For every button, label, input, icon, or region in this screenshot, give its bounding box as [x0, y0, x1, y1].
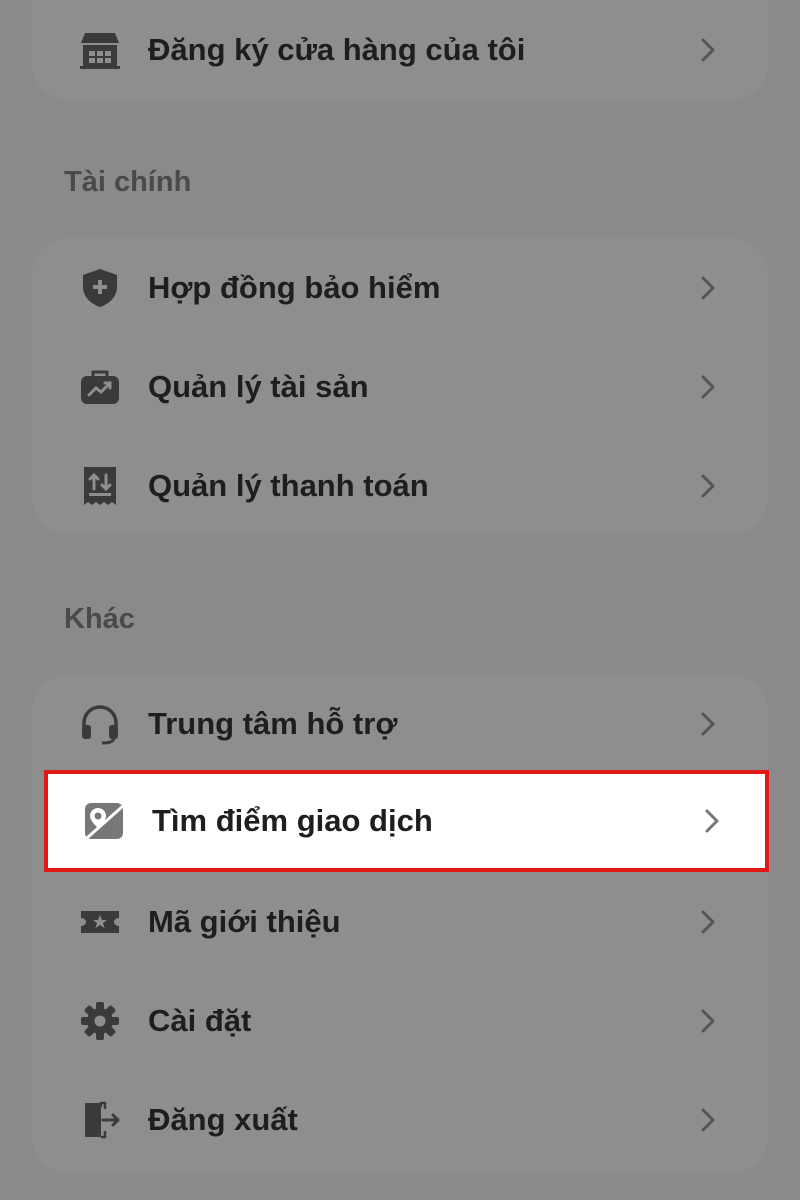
shield-plus-icon — [79, 267, 121, 309]
menu-item-logout[interactable]: Đăng xuất — [32, 1070, 768, 1169]
menu-item-label: Trung tâm hỗ trợ — [148, 705, 398, 741]
section-title-other: Khác — [64, 603, 135, 635]
menu-item-referral-code[interactable]: Mã giới thiệu — [32, 872, 768, 971]
menu-item-settings[interactable]: Cài đặt — [32, 971, 768, 1070]
menu-item-label: Hợp đồng bảo hiểm — [148, 269, 441, 305]
menu-item-label: Cài đặt — [148, 1002, 252, 1038]
menu-item-label: Quản lý thanh toán — [148, 467, 429, 503]
chevron-right-icon — [698, 471, 718, 501]
menu-item-find-transaction-point[interactable]: Tìm điểm giao dịch — [44, 770, 769, 872]
headset-icon — [79, 703, 121, 745]
logout-icon — [79, 1099, 121, 1141]
store-icon — [79, 29, 121, 71]
ticket-star-icon — [79, 901, 121, 943]
chevron-right-icon — [698, 709, 718, 739]
chevron-right-icon — [698, 35, 718, 65]
menu-item-insurance-contract[interactable]: Hợp đồng bảo hiểm — [32, 238, 768, 337]
menu-item-support-center[interactable]: Trung tâm hỗ trợ — [32, 674, 768, 773]
receipt-icon — [79, 465, 121, 507]
briefcase-chart-icon — [79, 366, 121, 408]
menu-item-label: Mã giới thiệu — [148, 903, 341, 939]
chevron-right-icon — [702, 806, 722, 836]
menu-item-label: Đăng xuất — [148, 1101, 298, 1137]
chevron-right-icon — [698, 1105, 718, 1135]
gear-icon — [79, 1000, 121, 1042]
menu-item-asset-management[interactable]: Quản lý tài sản — [32, 337, 768, 436]
menu-item-label: Tìm điểm giao dịch — [152, 803, 433, 838]
chevron-right-icon — [698, 1006, 718, 1036]
menu-item-register-store[interactable]: Đăng ký cửa hàng của tôi — [32, 0, 768, 99]
chevron-right-icon — [698, 372, 718, 402]
menu-item-label: Đăng ký cửa hàng của tôi — [148, 31, 526, 67]
menu-item-payment-management[interactable]: Quản lý thanh toán — [32, 436, 768, 535]
map-pin-icon — [83, 800, 125, 842]
menu-item-label: Quản lý tài sản — [148, 368, 369, 404]
section-title-finance: Tài chính — [64, 166, 192, 198]
chevron-right-icon — [698, 907, 718, 937]
chevron-right-icon — [698, 273, 718, 303]
